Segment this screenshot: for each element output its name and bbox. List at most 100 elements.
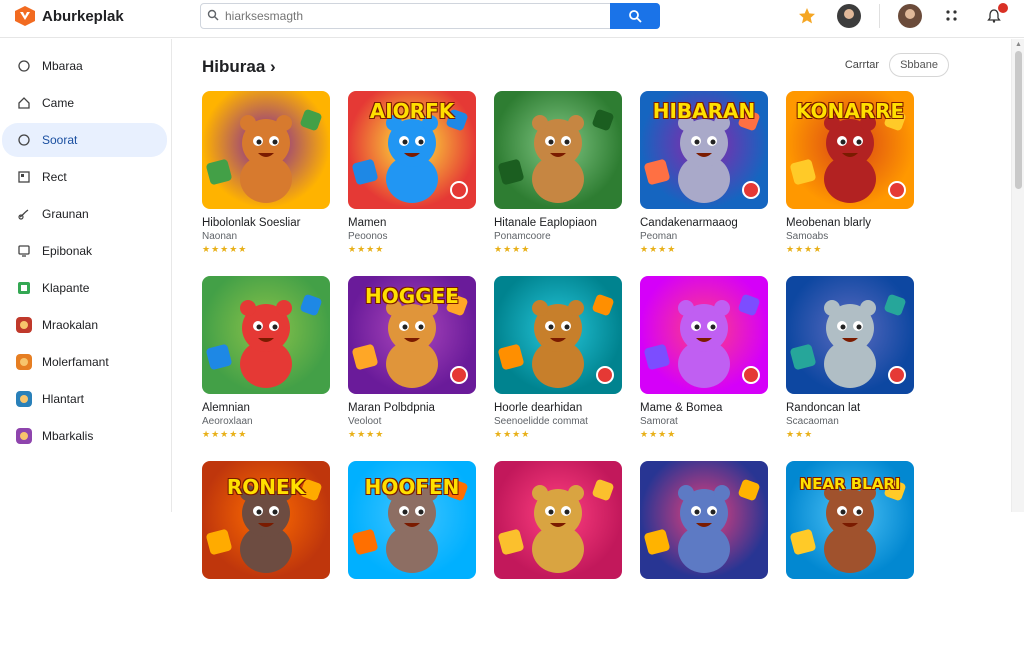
game-thumbnail[interactable]: RONEK xyxy=(202,461,330,579)
sidebar-item-label: Epibonak xyxy=(42,244,93,258)
user-avatar[interactable] xyxy=(898,4,922,28)
rating-stars: ★★★★ xyxy=(494,429,531,439)
sidebar-item[interactable]: Epibonak xyxy=(2,234,167,268)
card-subtitle: Peoman xyxy=(640,231,678,242)
game-card[interactable]: Mame & Bomea Samorat ★★★★ xyxy=(640,276,768,461)
mascot-illustration xyxy=(206,294,322,388)
game-card[interactable]: Hibolonlak Soesliar Naonan ★★★★★ xyxy=(202,91,330,276)
game-thumbnail[interactable] xyxy=(640,276,768,394)
rating-stars: ★★★★ xyxy=(494,244,531,254)
filter-pill-button[interactable]: Sbbane xyxy=(889,53,949,77)
game-thumbnail[interactable] xyxy=(786,276,914,394)
game-thumb-icon xyxy=(16,354,32,370)
game-card[interactable]: AIORFK Mamen Peoonos ★★★★ xyxy=(348,91,476,276)
game-thumbnail[interactable] xyxy=(202,276,330,394)
game-card[interactable]: Randoncan lat Scacaoman ★★★ xyxy=(786,276,914,461)
search-bar xyxy=(200,3,660,29)
card-subtitle: Samoabs xyxy=(786,231,829,242)
card-subtitle: Peoonos xyxy=(348,231,388,242)
card-title[interactable]: Meobenan blarly xyxy=(786,217,914,229)
section-actions: Carrtar Sbbane xyxy=(845,53,949,77)
game-thumb-icon xyxy=(16,391,32,407)
search-input[interactable] xyxy=(225,5,610,27)
scrollbar[interactable]: ▲ xyxy=(1011,39,1024,512)
app-name: Aburkeplak xyxy=(42,7,124,25)
game-thumb-icon xyxy=(16,317,32,333)
sidebar-item[interactable]: Graunan xyxy=(2,197,167,231)
cancel-link[interactable]: Carrtar xyxy=(845,59,879,71)
thumbnail-banner-text: AIORFK xyxy=(369,99,455,123)
game-thumbnail[interactable] xyxy=(640,461,768,579)
sidebar-item-label: Soorat xyxy=(42,133,78,147)
card-subtitle: Aeoroxlaan xyxy=(202,416,253,427)
card-title[interactable]: Hoorle dearhidan xyxy=(494,402,622,414)
game-thumbnail[interactable]: KONARRE xyxy=(786,91,914,209)
home-icon xyxy=(16,95,32,111)
game-thumbnail[interactable] xyxy=(202,91,330,209)
square-icon xyxy=(16,169,32,185)
brand[interactable]: Aburkeplak xyxy=(14,5,124,27)
game-card[interactable]: KONARRE Meobenan blarly Samoabs ★★★★ xyxy=(786,91,914,276)
sidebar-item[interactable]: Rect xyxy=(2,160,167,194)
game-card[interactable]: HIBARAN Candakenarmaaog Peoman ★★★★ xyxy=(640,91,768,276)
thumbnail-banner-text: HOOFEN xyxy=(364,475,460,499)
card-subtitle: Scacaoman xyxy=(786,416,839,427)
game-card[interactable]: HOOFEN xyxy=(348,461,476,646)
thumbnail-banner-text: KONARRE xyxy=(795,99,905,123)
rating-stars: ★★★★ xyxy=(348,429,385,439)
mascot-illustration xyxy=(498,109,614,203)
game-card[interactable] xyxy=(494,461,622,646)
card-subtitle: Veoloot xyxy=(348,416,382,427)
rating-stars: ★★★★★ xyxy=(202,429,248,439)
game-card[interactable]: Hoorle dearhidan Seenoelidde commat ★★★★ xyxy=(494,276,622,461)
game-thumbnail[interactable] xyxy=(494,91,622,209)
card-title[interactable]: Hitanale Eaplopiaon xyxy=(494,217,622,229)
game-thumbnail[interactable]: NEAR BLARI xyxy=(786,461,914,579)
card-title[interactable]: Maran Polbdpnia xyxy=(348,402,476,414)
card-title[interactable]: Mame & Bomea xyxy=(640,402,768,414)
card-title[interactable]: Randoncan lat xyxy=(786,402,914,414)
scroll-up-icon[interactable]: ▲ xyxy=(1015,41,1022,48)
sidebar-item-label: Hlantart xyxy=(42,392,85,406)
rating-stars: ★★★ xyxy=(786,429,814,439)
sidebar-item[interactable]: Mraokalan xyxy=(2,308,167,342)
game-thumbnail[interactable] xyxy=(494,276,622,394)
game-thumbnail[interactable]: HOGGEE xyxy=(348,276,476,394)
sidebar-item[interactable]: Mbarkalis xyxy=(2,419,167,453)
sidebar-item[interactable]: Molerfamant xyxy=(2,345,167,379)
game-thumbnail[interactable]: HIBARAN xyxy=(640,91,768,209)
game-card[interactable]: Hitanale Eaplopiaon Ponamcoore ★★★★ xyxy=(494,91,622,276)
profile-avatar[interactable] xyxy=(837,4,861,28)
rating-stars: ★★★★ xyxy=(640,429,677,439)
game-thumbnail[interactable]: HOOFEN xyxy=(348,461,476,579)
sidebar-item-label: Graunan xyxy=(42,207,89,221)
card-title[interactable]: Candakenarmaaog xyxy=(640,217,768,229)
game-card[interactable]: Alemnian Aeoroxlaan ★★★★★ xyxy=(202,276,330,461)
chevron-right-icon[interactable]: › xyxy=(270,57,276,76)
scrollbar-thumb[interactable] xyxy=(1015,51,1022,189)
game-thumbnail[interactable] xyxy=(494,461,622,579)
card-title[interactable]: Mamen xyxy=(348,217,476,229)
game-thumbnail[interactable]: AIORFK xyxy=(348,91,476,209)
game-card[interactable]: HOGGEE Maran Polbdpnia Veoloot ★★★★ xyxy=(348,276,476,461)
game-card[interactable]: NEAR BLARI xyxy=(786,461,914,646)
notification-bell-icon[interactable] xyxy=(982,3,1008,28)
sidebar-item[interactable]: Hlantart xyxy=(2,382,167,416)
app-icon xyxy=(16,280,32,296)
search-button[interactable] xyxy=(610,3,660,29)
game-card[interactable] xyxy=(640,461,768,646)
play-badge-icon xyxy=(742,181,760,199)
game-card[interactable]: RONEK xyxy=(202,461,330,646)
card-subtitle: Seenoelidde commat xyxy=(494,416,588,427)
sidebar-item[interactable]: Came xyxy=(2,86,167,120)
apps-grid-icon[interactable] xyxy=(940,4,964,28)
sidebar-item[interactable]: Soorat xyxy=(2,123,167,157)
app-logo-icon xyxy=(15,6,35,26)
monitor-icon xyxy=(16,243,32,259)
star-badge-icon[interactable] xyxy=(795,4,819,28)
card-title[interactable]: Alemnian xyxy=(202,402,330,414)
sidebar-item[interactable]: Klapante xyxy=(2,271,167,305)
sidebar-item-label: Rect xyxy=(42,170,67,184)
card-title[interactable]: Hibolonlak Soesliar xyxy=(202,217,330,229)
sidebar-item[interactable]: Mbaraa xyxy=(2,49,167,83)
